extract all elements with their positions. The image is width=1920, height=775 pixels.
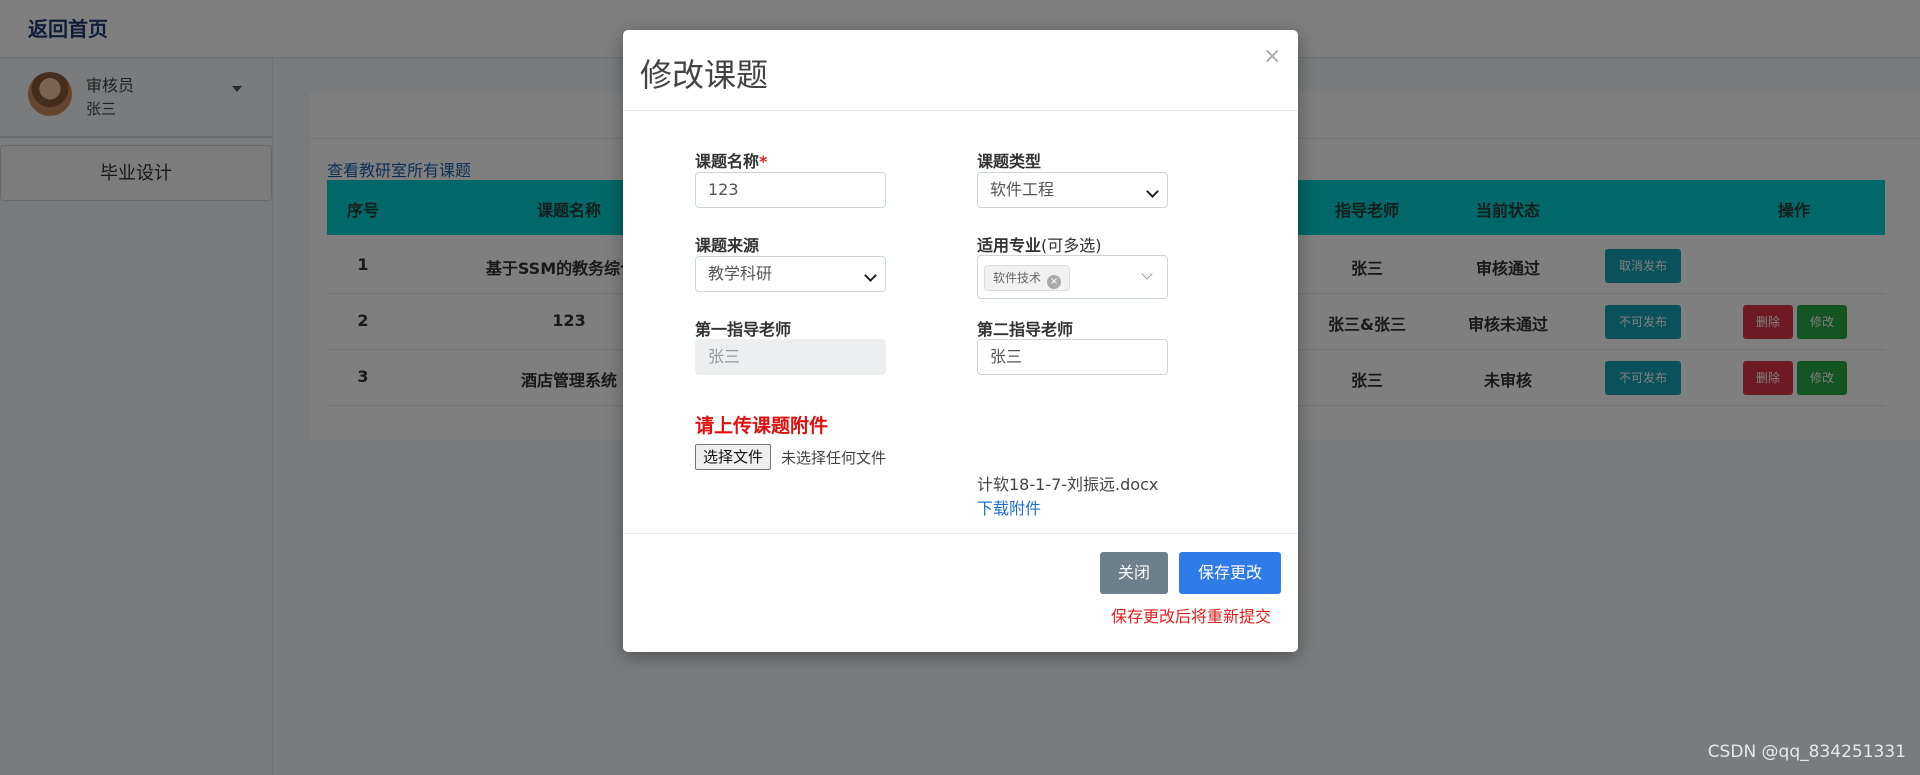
first-advisor-label: 第一指导老师	[695, 320, 792, 339]
second-advisor-input[interactable]: 张三	[977, 339, 1168, 375]
tag-remove-icon[interactable]: ×	[1047, 275, 1062, 289]
topic-name-input[interactable]: 123	[695, 172, 886, 208]
major-tag: 软件技术 ×	[984, 265, 1071, 291]
modal-footer-divider	[623, 533, 1298, 534]
watermark: CSDN @qq_834251331	[1707, 742, 1906, 762]
download-attachment-link[interactable]: 下载附件	[977, 495, 1041, 519]
upload-title: 请上传课题附件	[695, 415, 829, 437]
topic-type-label: 课题类型	[977, 152, 1042, 171]
topic-source-select[interactable]: 教学科研	[695, 256, 886, 292]
edit-topic-modal: 修改课题 × 课题名称* 123 课题类型 软件工程 课题来源 教学科研 适用专…	[623, 30, 1298, 652]
resubmit-warning: 保存更改后将重新提交	[1111, 607, 1272, 626]
close-icon[interactable]: ×	[1263, 44, 1281, 69]
modal-header: 修改课题 ×	[623, 30, 1298, 111]
first-advisor-input: 张三	[695, 339, 886, 375]
choose-file-button[interactable]: 选择文件	[695, 444, 772, 470]
current-file-name: 计软18-1-7-刘振远.docx	[977, 475, 1159, 494]
no-file-text: 未选择任何文件	[781, 449, 887, 467]
save-changes-button[interactable]: 保存更改	[1179, 552, 1281, 594]
topic-type-select[interactable]: 软件工程	[977, 172, 1168, 208]
close-button[interactable]: 关闭	[1100, 552, 1168, 594]
second-advisor-label: 第二指导老师	[977, 320, 1074, 339]
chevron-down-icon[interactable]	[1141, 268, 1153, 280]
major-label: 适用专业(可多选)	[977, 236, 1102, 255]
topic-source-label: 课题来源	[695, 236, 760, 255]
topic-name-label: 课题名称*	[695, 152, 768, 171]
required-mark: *	[759, 152, 768, 171]
chevron-down-icon	[1146, 185, 1159, 198]
major-multiselect[interactable]: 软件技术 ×	[977, 255, 1168, 299]
modal-title: 修改课题	[640, 56, 769, 94]
chevron-down-icon	[864, 269, 877, 282]
